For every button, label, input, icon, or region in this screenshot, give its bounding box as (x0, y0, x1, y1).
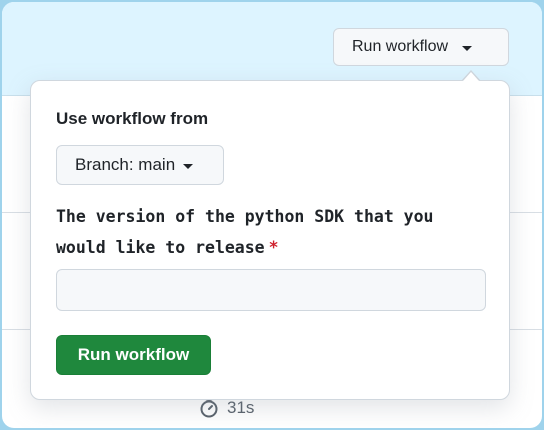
popover-arrow-inner (463, 72, 479, 81)
version-input-label-text: The version of the python SDK that you w… (56, 207, 434, 257)
workflow-page: Run workflow 31s Use workflow from Branc… (2, 2, 542, 428)
run-workflow-dropdown-button[interactable]: Run workflow (333, 28, 509, 66)
caret-down-icon (183, 163, 194, 169)
version-input[interactable] (56, 269, 486, 311)
run-workflow-popover: Use workflow from Branch: main The versi… (30, 80, 510, 400)
version-input-label: The version of the python SDK that you w… (56, 201, 486, 263)
caret-down-icon (462, 45, 473, 51)
branch-select-button[interactable]: Branch: main (56, 145, 224, 185)
run-workflow-submit-button[interactable]: Run workflow (56, 335, 211, 375)
use-workflow-from-label: Use workflow from (56, 109, 209, 128)
branch-label: Branch: main (75, 155, 176, 174)
run-duration: 31s (199, 398, 254, 418)
run-workflow-label: Run workflow (352, 38, 449, 55)
submit-label: Run workflow (77, 345, 190, 364)
required-marker: * (268, 238, 279, 257)
duration-text: 31s (227, 398, 255, 417)
stopwatch-icon (200, 398, 218, 418)
